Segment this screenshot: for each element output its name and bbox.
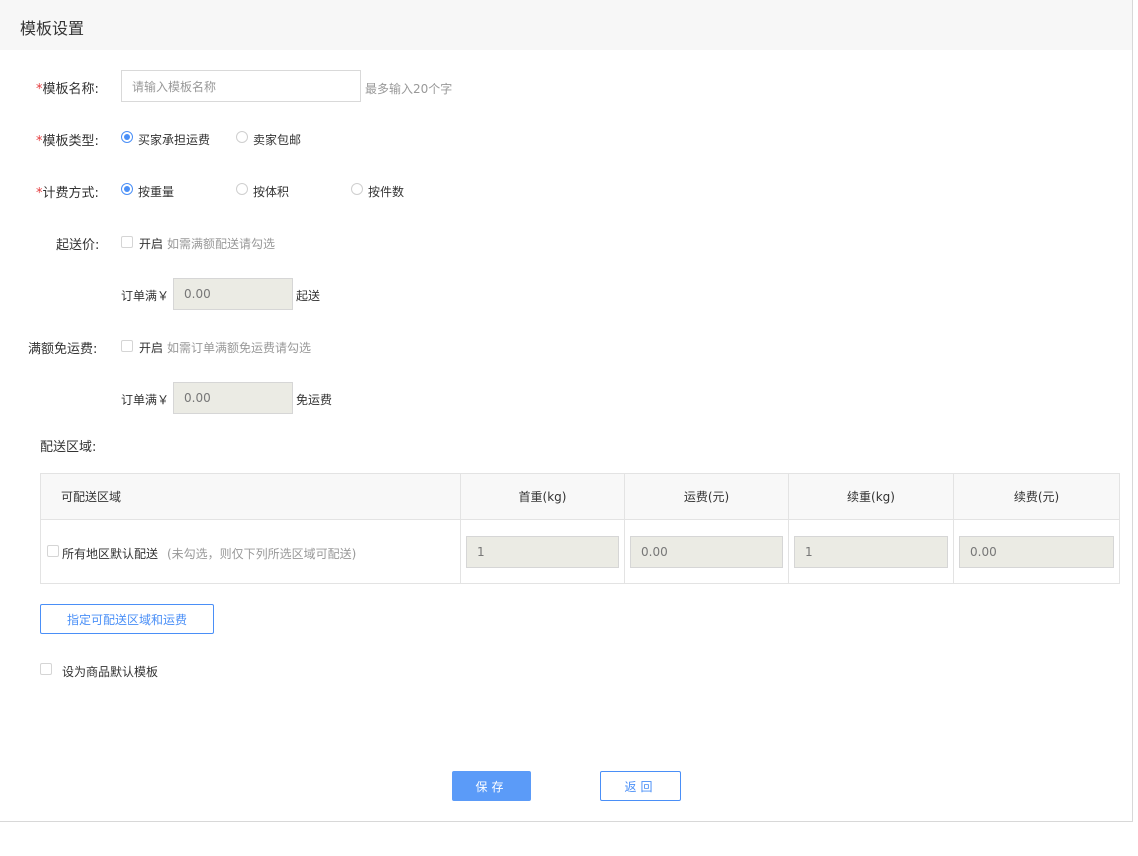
free-shipping-label: 满额免运费: <box>28 342 98 357</box>
page-title: 模板设置 <box>20 19 85 38</box>
assign-area-button[interactable]: 指定可配送区域和运费 <box>40 604 214 634</box>
page-header: 模板设置 <box>0 0 1132 50</box>
radio-seller-free[interactable] <box>236 131 248 143</box>
col-header-extra-weight: 续重(kg) <box>788 473 954 520</box>
table-row: 所有地区默认配送 (未勾选，则仅下列所选区域可配送) 1 0.00 1 0.00 <box>40 519 1120 584</box>
default-template-label[interactable]: 设为商品默认模板 <box>62 663 158 680</box>
extra-weight-cell: 1 <box>788 519 954 584</box>
first-weight-input[interactable]: 1 <box>466 536 619 568</box>
save-button[interactable]: 保存 <box>452 771 531 801</box>
template-name-input[interactable]: 请输入模板名称 <box>121 70 361 102</box>
min-order-prefix: 订单满￥ <box>121 289 170 303</box>
default-area-hint: (未勾选，则仅下列所选区域可配送) <box>167 547 357 561</box>
free-shipping-checkbox[interactable] <box>121 340 133 352</box>
template-name-hint: 最多输入20个字 <box>365 82 453 96</box>
frame-border-bottom <box>0 821 1133 822</box>
radio-by-weight[interactable] <box>121 183 133 195</box>
radio-by-volume-label[interactable]: 按体积 <box>253 183 289 200</box>
min-order-checkbox[interactable] <box>121 236 133 248</box>
free-shipping-amount-value: 0.00 <box>184 391 211 405</box>
table-header-row: 可配送区域 首重(kg) 运费(元) 续重(kg) 续费(元) <box>40 473 1120 520</box>
default-area-checkbox[interactable] <box>47 545 59 557</box>
template-name-placeholder: 请输入模板名称 <box>132 79 217 94</box>
radio-buyer-pays-label[interactable]: 买家承担运费 <box>138 131 210 148</box>
min-order-enable-label[interactable]: 开启 <box>139 235 163 252</box>
default-area-cell: 所有地区默认配送 (未勾选，则仅下列所选区域可配送) <box>40 519 461 584</box>
delivery-area-table: 可配送区域 首重(kg) 运费(元) 续重(kg) 续费(元) 所有地区默认配送… <box>40 473 1120 584</box>
free-shipping-prefix: 订单满￥ <box>121 393 170 407</box>
radio-by-count-label[interactable]: 按件数 <box>368 183 404 200</box>
radio-by-count[interactable] <box>351 183 363 195</box>
min-order-amount-value: 0.00 <box>184 287 211 301</box>
default-template-checkbox[interactable] <box>40 663 52 675</box>
frame-border-right <box>1132 0 1133 822</box>
template-type-label: *模板类型: <box>36 134 99 149</box>
free-shipping-amount-input[interactable]: 0.00 <box>173 382 293 414</box>
min-order-suffix: 起送 <box>296 289 321 303</box>
free-shipping-suffix: 免运费 <box>296 393 333 407</box>
free-shipping-enable-label[interactable]: 开启 <box>139 339 163 356</box>
first-fee-cell: 0.00 <box>624 519 789 584</box>
radio-seller-free-label[interactable]: 卖家包邮 <box>253 131 301 148</box>
min-order-label: 起送价: <box>56 238 100 253</box>
col-header-area: 可配送区域 <box>40 473 461 520</box>
col-header-first-fee: 运费(元) <box>624 473 789 520</box>
radio-by-weight-label[interactable]: 按重量 <box>138 183 174 200</box>
first-fee-input[interactable]: 0.00 <box>630 536 783 568</box>
col-header-extra-fee: 续费(元) <box>953 473 1120 520</box>
first-weight-cell: 1 <box>460 519 625 584</box>
radio-buyer-pays[interactable] <box>121 131 133 143</box>
min-order-amount-input[interactable]: 0.00 <box>173 278 293 310</box>
extra-weight-input[interactable]: 1 <box>794 536 948 568</box>
extra-fee-cell: 0.00 <box>953 519 1120 584</box>
free-shipping-hint: 如需订单满额免运费请勾选 <box>167 341 312 355</box>
template-name-label: *模板名称: <box>36 82 99 97</box>
billing-method-label: *计费方式: <box>36 186 99 201</box>
col-header-first-weight: 首重(kg) <box>460 473 625 520</box>
radio-by-volume[interactable] <box>236 183 248 195</box>
default-area-label[interactable]: 所有地区默认配送 <box>62 545 158 562</box>
back-button[interactable]: 返回 <box>600 771 681 801</box>
delivery-area-label: 配送区域: <box>40 440 97 455</box>
min-order-hint: 如需满额配送请勾选 <box>167 237 276 251</box>
extra-fee-input[interactable]: 0.00 <box>959 536 1114 568</box>
